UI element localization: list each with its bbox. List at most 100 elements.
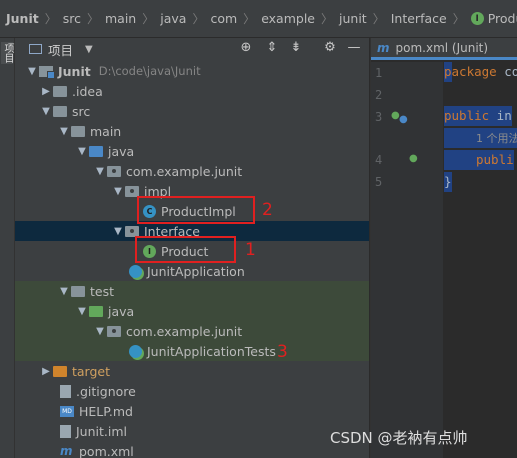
folder-icon [53,85,67,97]
package-icon [125,225,139,237]
annotation-number-2: 2 [262,200,273,220]
project-tool-window-button[interactable]: 项目 [1,42,13,64]
project-panel-title[interactable]: 项目 [48,40,73,59]
code-text: } [444,174,452,189]
code-line[interactable]: public in [444,106,512,126]
package-icon [125,185,139,197]
tree-row-gitignore[interactable]: .gitignore [15,381,369,401]
locate-icon[interactable]: ⊕ [237,40,255,55]
breadcrumb-item-main[interactable]: main [105,11,136,26]
chevron-right-icon: 〉 [142,12,155,26]
source-root-folder-icon [89,145,103,157]
spring-boot-class-icon [129,264,142,278]
maven-icon: m [60,444,73,458]
run-icon[interactable]: ● [399,114,408,125]
breadcrumb-item-junit[interactable]: junit [339,11,367,26]
code-line[interactable]: package co [444,62,517,82]
chevron-down-icon[interactable]: ▼ [111,226,125,237]
editor-tab-pom[interactable]: m pom.xml (Junit) [371,38,517,60]
tree-row-label: .idea [72,83,103,99]
annotation-box-product [135,236,236,263]
editor-area: m pom.xml (Junit) 1 2 3 4 5 ● ● ● packag… [370,38,517,458]
tool-window-strip: 项目 [0,38,15,458]
code-text: in [489,108,512,123]
chevron-right-icon: 〉 [192,12,205,26]
chevron-down-icon[interactable]: ▼ [93,326,107,337]
package-icon [107,325,121,337]
tree-row-label: main [90,123,122,139]
project-panel-header: 项目 ▼ [15,38,369,60]
line-number: 5 [375,175,383,189]
tree-row-junitapplication[interactable]: JunitApplication [15,261,369,281]
chevron-down-icon[interactable]: ▼ [25,66,39,77]
code-usage-hint[interactable]: 1 个用法 [444,128,517,148]
tree-row-label: HELP.md [79,403,133,419]
expand-all-icon[interactable]: ⇕ [263,40,281,55]
tree-row-label: pom.xml [79,443,134,458]
tree-row-pom-xml[interactable]: m pom.xml [15,441,369,458]
folder-icon [53,105,67,117]
tree-row-idea[interactable]: ▶ .idea [15,81,369,101]
chevron-down-icon[interactable]: ▼ [75,306,89,317]
code-line[interactable]: } [444,172,452,192]
code-line[interactable]: publi [444,150,514,170]
chevron-down-icon[interactable]: ▼ [85,44,93,55]
breadcrumb-item-interface[interactable]: Interface [391,11,447,26]
test-root-folder-icon [89,305,103,317]
breadcrumb: Junit 〉 src 〉 main 〉 java 〉 com 〉 exampl… [0,0,517,38]
collapse-all-icon[interactable]: ⇟ [287,40,305,55]
usage-hint: 1 个用法 [476,132,517,145]
tree-row-package-main[interactable]: ▼ com.example.junit [15,161,369,181]
breadcrumb-item-project[interactable]: Junit [0,11,39,26]
breadcrumb-item-product[interactable]: I Product [470,11,517,26]
code-text: co [504,64,517,79]
watermark: CSDN @老衲有点帅 [330,429,468,447]
breadcrumb-item-com[interactable]: com [210,11,237,26]
chevron-down-icon[interactable]: ▼ [93,166,107,177]
tree-row-main[interactable]: ▼ main [15,121,369,141]
tree-row-java-test[interactable]: ▼ java [15,301,369,321]
gear-icon[interactable]: ⚙ [321,40,339,55]
chevron-down-icon[interactable]: ▼ [39,106,53,117]
editor-tab-label: pom.xml (Junit) [395,40,489,55]
tree-row-java-main[interactable]: ▼ java [15,141,369,161]
maven-icon: m [377,40,390,55]
breadcrumb-item-src[interactable]: src [63,11,81,26]
breadcrumb-item-java[interactable]: java [160,11,186,26]
tree-row-project[interactable]: ▼ Junit D:\code\java\Junit [15,61,369,81]
chevron-right-icon[interactable]: ▶ [39,86,53,97]
tree-row-junitapplicationtests[interactable]: JunitApplicationTests [15,341,369,361]
tree-row-label: java [108,143,135,159]
markdown-icon: MD [60,405,74,417]
tree-row-src[interactable]: ▼ src [15,101,369,121]
line-number: 1 [375,66,383,80]
tree-row-label: JunitApplicationTests [147,343,276,359]
code-keyword: publi [476,152,514,167]
tree-row-help-md[interactable]: MD HELP.md [15,401,369,421]
project-view-icon [29,44,42,54]
tree-row-test[interactable]: ▼ test [15,281,369,301]
tree-row-package-test[interactable]: ▼ com.example.junit [15,321,369,341]
chevron-down-icon[interactable]: ▼ [57,126,71,137]
project-panel: 项目 ▼ ⊕ ⇕ ⇟ ⚙ — ▼ Junit D:\code\java\Juni… [15,38,369,458]
annotation-number-3: 3 [277,342,288,362]
chevron-right-icon: 〉 [321,12,334,26]
hide-icon[interactable]: — [345,40,363,55]
breadcrumb-item-label: Product [487,11,517,26]
tree-row-label: target [72,363,111,379]
implemented-icon[interactable]: ● [409,153,418,164]
test-class-icon [129,344,142,358]
breadcrumb-item-example[interactable]: example [261,11,315,26]
chevron-right-icon: 〉 [452,12,465,26]
chevron-right-icon[interactable]: ▶ [39,366,53,377]
tree-row-junit-iml[interactable]: Junit.iml [15,421,369,441]
tree-row-label: java [108,303,135,319]
module-icon [39,65,55,79]
chevron-down-icon[interactable]: ▼ [111,186,125,197]
project-path: D:\code\java\Junit [98,64,201,78]
tree-row-target[interactable]: ▶ target [15,361,369,381]
iml-file-icon [60,424,71,438]
annotation-number-1: 1 [245,240,256,260]
chevron-down-icon[interactable]: ▼ [75,146,89,157]
chevron-down-icon[interactable]: ▼ [57,286,71,297]
